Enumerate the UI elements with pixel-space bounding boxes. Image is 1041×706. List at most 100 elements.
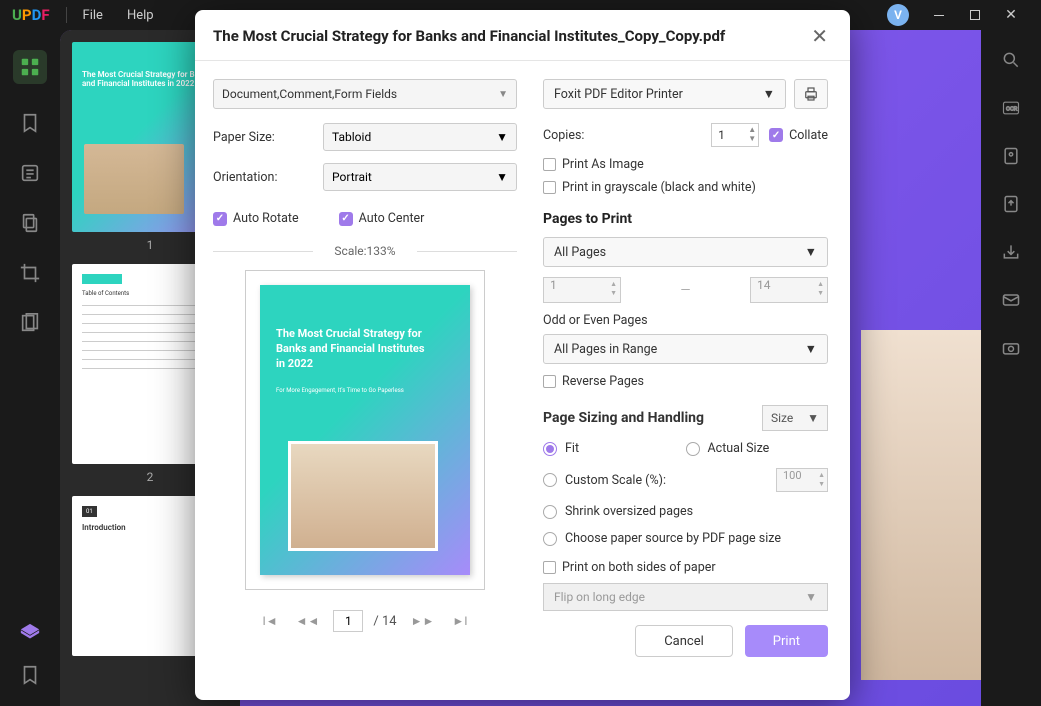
printer-select[interactable]: Foxit PDF Editor Printer ▼ xyxy=(543,79,786,109)
printer-value: Foxit PDF Editor Printer xyxy=(554,87,683,102)
print-dialog: The Most Crucial Strategy for Banks and … xyxy=(195,10,850,700)
checkbox-icon xyxy=(543,158,556,171)
avatar[interactable]: V xyxy=(887,4,909,26)
printer-properties-button[interactable] xyxy=(794,79,828,109)
actual-size-radio[interactable]: Actual Size xyxy=(686,441,829,456)
grayscale-label: Print in grayscale (black and white) xyxy=(562,180,756,195)
flip-value: Flip on long edge xyxy=(554,590,645,604)
paper-size-select[interactable]: Tabloid ▼ xyxy=(323,123,517,151)
grayscale-checkbox[interactable]: Print in grayscale (black and white) xyxy=(543,180,828,195)
page-range-select[interactable]: All Pages ▼ xyxy=(543,237,828,267)
radio-icon xyxy=(543,505,557,519)
chevron-down-icon: ▼ xyxy=(763,87,775,102)
copies-input[interactable]: 1▲▼ xyxy=(711,123,759,147)
menu-file[interactable]: File xyxy=(83,8,103,23)
custom-scale-input[interactable]: 100▲▼ xyxy=(776,468,828,492)
auto-center-checkbox[interactable]: Auto Center xyxy=(339,211,425,226)
custom-scale-radio[interactable]: Custom Scale (%): 100▲▼ xyxy=(543,468,828,492)
auto-rotate-checkbox[interactable]: Auto Rotate xyxy=(213,211,299,226)
preview-title: The Most Crucial Strategy for Banks and … xyxy=(276,327,430,372)
shrink-radio[interactable]: Shrink oversized pages xyxy=(543,504,828,519)
bookmark-tool-icon[interactable] xyxy=(19,112,41,134)
annotations-icon[interactable] xyxy=(19,162,41,184)
both-sides-checkbox[interactable]: Print on both sides of paper xyxy=(543,560,828,575)
fit-radio[interactable]: Fit xyxy=(543,441,686,456)
range-dash: — xyxy=(629,283,742,298)
page-total: / 14 xyxy=(373,614,396,629)
layers-icon[interactable] xyxy=(19,622,41,644)
orientation-label: Orientation: xyxy=(213,170,323,185)
paper-size-label: Paper Size: xyxy=(213,130,323,145)
chevron-down-icon: ▼ xyxy=(805,245,817,260)
odd-even-select[interactable]: All Pages in Range ▼ xyxy=(543,334,828,364)
preview-paginator: I◄ ◄◄ / 14 ►► ►I xyxy=(213,610,517,632)
range-from-input[interactable]: 1▲▼ xyxy=(543,277,621,303)
checkbox-icon xyxy=(543,181,556,194)
cancel-button[interactable]: Cancel xyxy=(635,625,733,657)
checkbox-icon xyxy=(339,212,353,226)
custom-scale-label: Custom Scale (%): xyxy=(565,473,666,488)
page-input[interactable] xyxy=(333,610,363,632)
close-icon: ✕ xyxy=(1005,7,1017,23)
both-sides-label: Print on both sides of paper xyxy=(562,560,716,575)
orientation-select[interactable]: Portrait ▼ xyxy=(323,163,517,191)
radio-icon xyxy=(543,442,557,456)
chevron-down-icon: ▼ xyxy=(805,342,817,357)
print-button[interactable]: Print xyxy=(745,625,828,657)
minimize-button[interactable] xyxy=(921,0,957,30)
camera-icon[interactable] xyxy=(1001,338,1021,358)
page-range-value: All Pages xyxy=(554,245,606,260)
crop-icon[interactable] xyxy=(19,262,41,284)
maximize-button[interactable] xyxy=(957,0,993,30)
bookmark-icon[interactable] xyxy=(19,664,41,686)
maximize-icon xyxy=(970,10,980,20)
export-icon[interactable] xyxy=(1001,194,1021,214)
close-window-button[interactable]: ✕ xyxy=(993,0,1029,30)
auto-center-label: Auto Center xyxy=(359,211,425,226)
thumbnails-icon[interactable] xyxy=(13,50,47,84)
app-logo: UPDF xyxy=(12,6,50,24)
menu-help[interactable]: Help xyxy=(127,8,154,23)
paper-source-radio[interactable]: Choose paper source by PDF page size xyxy=(543,531,828,546)
size-value: Size xyxy=(771,411,793,425)
print-preview: The Most Crucial Strategy for Banks and … xyxy=(245,270,485,590)
last-page-button[interactable]: ►I xyxy=(448,610,471,632)
divider xyxy=(66,7,67,23)
range-to-input[interactable]: 14▲▼ xyxy=(750,277,828,303)
chevron-down-icon: ▼ xyxy=(807,411,819,425)
svg-text:OCR: OCR xyxy=(1006,107,1018,113)
dialog-title: The Most Crucial Strategy for Banks and … xyxy=(213,27,807,45)
prev-page-button[interactable]: ◄◄ xyxy=(292,610,324,632)
form-icon[interactable] xyxy=(1001,146,1021,166)
dialog-right-panel: Foxit PDF Editor Printer ▼ Copies: 1▲▼ C… xyxy=(535,61,850,700)
flip-select[interactable]: Flip on long edge ▼ xyxy=(543,583,828,611)
size-mode-select[interactable]: Size ▼ xyxy=(762,405,828,431)
dialog-close-button[interactable]: ✕ xyxy=(807,24,832,48)
minimize-icon xyxy=(934,15,944,16)
chevron-down-icon: ▼ xyxy=(496,170,508,184)
pages-to-print-title: Pages to Print xyxy=(543,211,828,227)
copies-value: 1 xyxy=(718,128,725,142)
preview-subtitle: For More Engagement, It's Time to Go Pap… xyxy=(276,387,404,394)
collate-checkbox[interactable]: Collate xyxy=(769,128,828,143)
reverse-pages-checkbox[interactable]: Reverse Pages xyxy=(543,374,828,389)
paper-size-value: Tabloid xyxy=(332,130,371,144)
share-icon[interactable] xyxy=(1001,242,1021,262)
mail-icon[interactable] xyxy=(1001,290,1021,310)
first-page-button[interactable]: I◄ xyxy=(258,610,281,632)
print-content-value: Document,Comment,Form Fields xyxy=(222,87,397,101)
print-as-image-label: Print As Image xyxy=(562,157,644,172)
ocr-icon[interactable]: OCR xyxy=(1001,98,1021,118)
printer-icon xyxy=(802,85,820,103)
next-page-button[interactable]: ►► xyxy=(407,610,439,632)
orientation-value: Portrait xyxy=(332,170,372,184)
print-as-image-checkbox[interactable]: Print As Image xyxy=(543,157,828,172)
checkbox-icon xyxy=(769,128,783,142)
pages-icon[interactable] xyxy=(19,312,41,334)
checkbox-icon xyxy=(543,375,556,388)
intro-badge: 01 xyxy=(82,506,97,517)
attachments-icon[interactable] xyxy=(19,212,41,234)
print-content-select[interactable]: Document,Comment,Form Fields ▼ xyxy=(213,79,517,109)
search-icon[interactable] xyxy=(1001,50,1021,70)
chevron-down-icon: ▼ xyxy=(498,89,508,100)
